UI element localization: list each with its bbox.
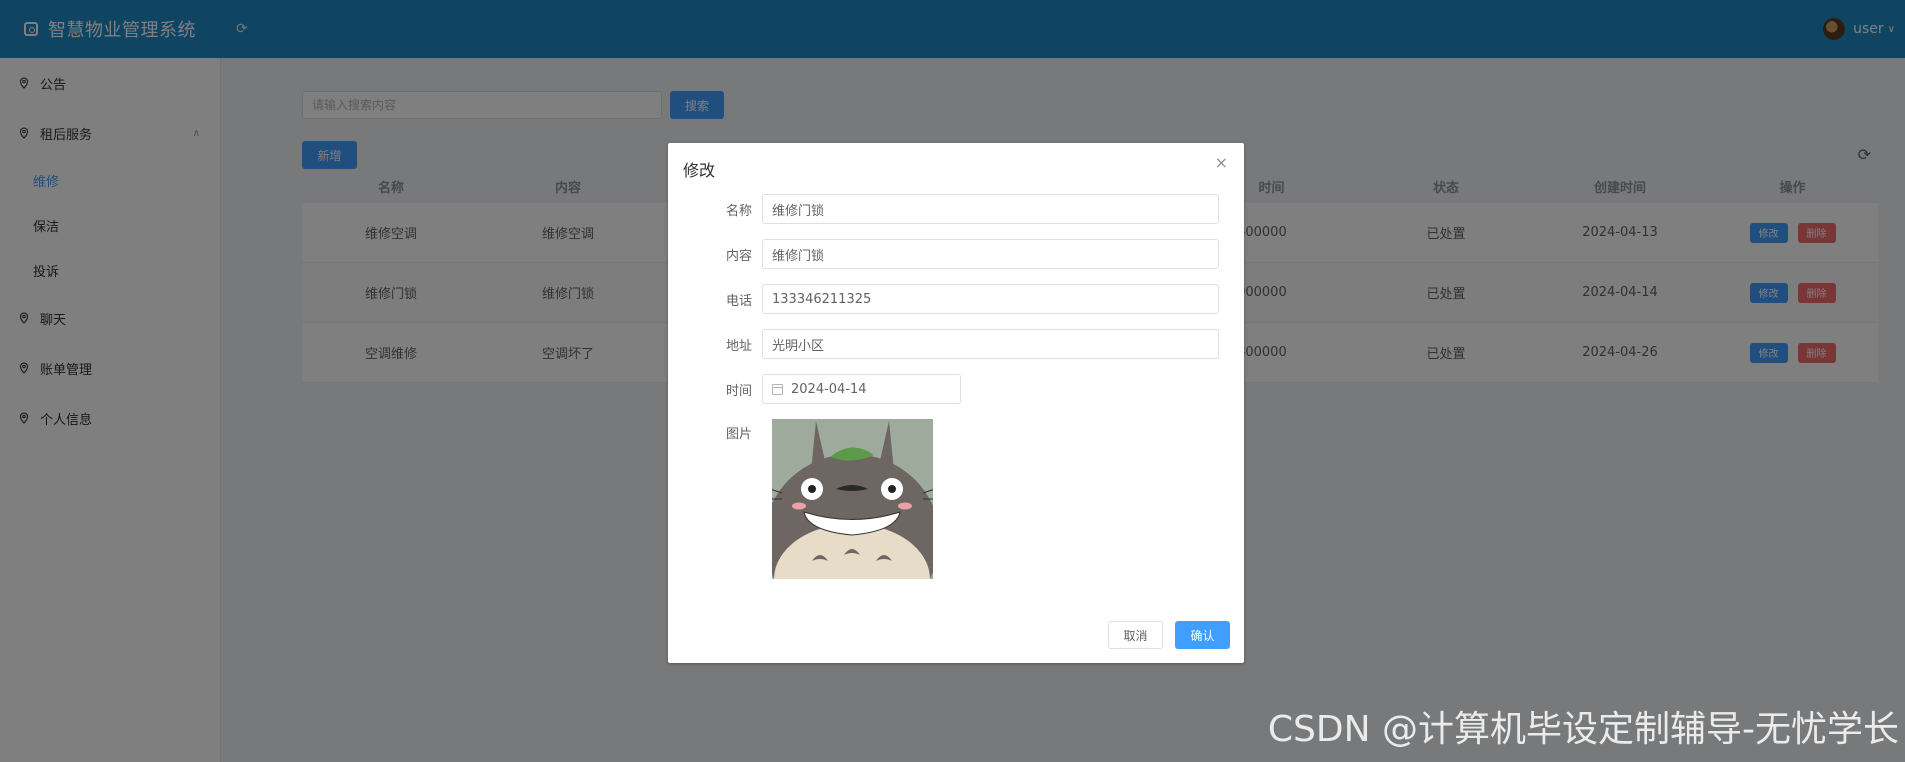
form-row-address: 地址 — [668, 329, 1219, 359]
field-label: 电话 — [725, 293, 752, 309]
edit-dialog: 修改 × 名称 内容 电话 地址 时间 2024-04-14 图片 — [668, 143, 1244, 663]
field-label: 名称 — [725, 203, 752, 219]
confirm-button[interactable]: 确认 — [1175, 621, 1230, 649]
date-picker[interactable]: 2024-04-14 — [762, 374, 961, 404]
field-label: 地址 — [725, 338, 752, 354]
watermark: CSDN @计算机毕设定制辅导-无忧学长 — [1267, 709, 1899, 750]
form-row-content: 内容 — [668, 239, 1219, 269]
content-field[interactable] — [762, 239, 1219, 269]
name-field[interactable] — [762, 194, 1219, 224]
totoro-illustration — [772, 419, 933, 579]
calendar-icon — [772, 383, 783, 395]
form-row-phone: 电话 — [668, 284, 1219, 314]
field-label: 图片 — [725, 427, 752, 442]
date-value: 2024-04-14 — [791, 381, 867, 397]
uploaded-image[interactable] — [772, 419, 933, 579]
cancel-button[interactable]: 取消 — [1108, 621, 1163, 649]
field-label: 时间 — [725, 383, 752, 399]
form-row-time: 时间 2024-04-14 — [668, 374, 961, 404]
address-field[interactable] — [762, 329, 1219, 359]
dialog-footer: 取消 确认 — [1108, 621, 1230, 649]
close-icon[interactable]: × — [1215, 153, 1228, 172]
dialog-title: 修改 — [683, 161, 716, 180]
form-row-name: 名称 — [668, 194, 1219, 224]
phone-field[interactable] — [762, 284, 1219, 314]
field-label: 内容 — [725, 248, 752, 264]
